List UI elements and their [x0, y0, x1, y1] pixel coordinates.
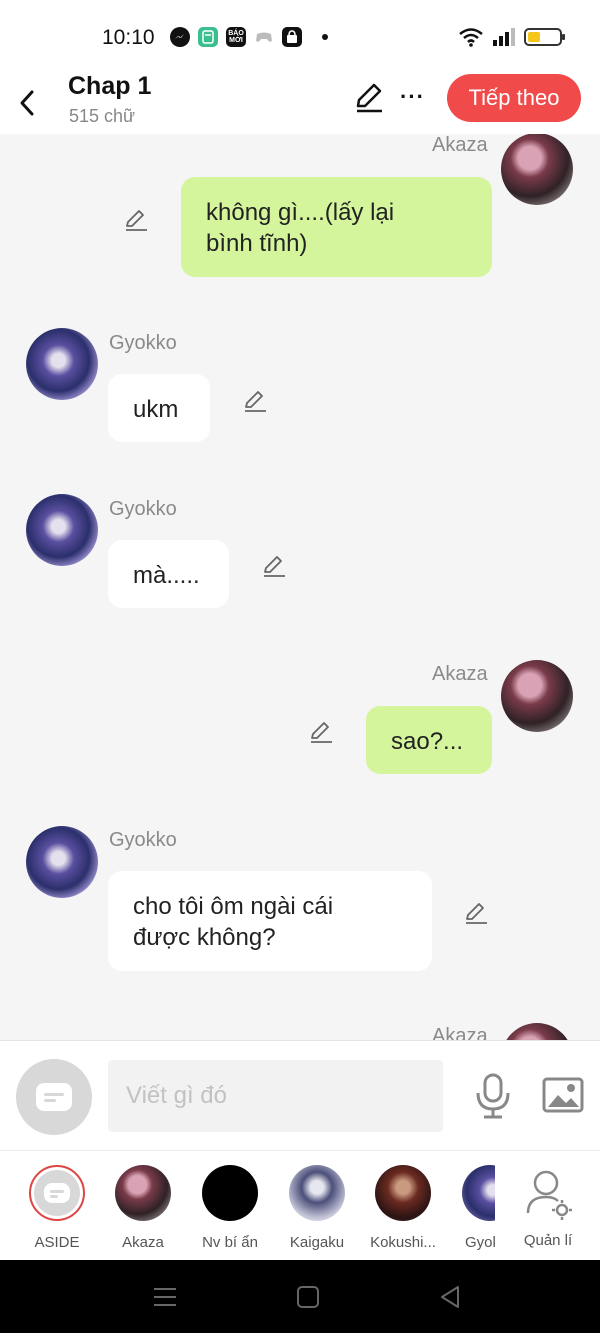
character-aside[interactable]: ASIDE — [17, 1165, 97, 1251]
avatar — [26, 494, 98, 566]
edit-message-icon[interactable] — [242, 388, 268, 414]
chat-area[interactable]: Akaza không gì....(lấy lại bình tĩnh) Gy… — [0, 134, 600, 1040]
sender-name: Akaza — [432, 663, 488, 685]
avatar — [29, 1165, 85, 1221]
system-icons — [458, 27, 565, 47]
message-bubble[interactable]: không gì....(lấy lại bình tĩnh) — [181, 177, 492, 277]
avatar — [501, 660, 573, 732]
more-icon[interactable]: ··· — [400, 84, 425, 110]
sender-name: Gyokko — [109, 498, 177, 520]
manage-label: Quản lí — [523, 1232, 573, 1249]
character-name: Kokushi... — [370, 1234, 436, 1251]
avatar — [462, 1165, 495, 1221]
aside-icon — [44, 1183, 70, 1203]
status-bar: 10:10 BÁO MỚI — [0, 0, 600, 70]
manage-characters-button[interactable]: Quản lí — [508, 1165, 588, 1249]
system-nav-bar — [0, 1260, 600, 1333]
game-icon — [254, 27, 274, 47]
sender-name: Akaza — [432, 1025, 488, 1040]
character-name: Gyok — [465, 1234, 495, 1251]
character-name: Kaigaku — [289, 1234, 345, 1251]
edit-message-icon[interactable] — [308, 719, 334, 745]
character-strip: ASIDE Akaza Nv bí ẩn Kaigaku Kokushi... … — [0, 1150, 600, 1260]
sender-name: Gyokko — [109, 332, 177, 354]
chapter-header: Chap 1 515 chữ ··· Tiếp theo — [0, 70, 600, 134]
sender-name: Akaza — [432, 134, 488, 156]
word-count: 515 chữ — [69, 106, 136, 126]
menu-icon[interactable] — [150, 1282, 180, 1312]
wifi-icon — [459, 28, 483, 47]
character-name: Akaza — [122, 1234, 164, 1251]
character-name: ASIDE — [34, 1234, 80, 1251]
message-bubble[interactable]: mà..... — [108, 540, 229, 608]
avatar — [26, 328, 98, 400]
edit-message-icon[interactable] — [123, 207, 149, 233]
dot-icon — [322, 34, 328, 40]
back-icon[interactable] — [436, 1282, 466, 1312]
microphone-icon[interactable] — [474, 1073, 512, 1119]
next-chapter-button[interactable]: Tiếp theo — [447, 74, 581, 122]
avatar — [26, 826, 98, 898]
character-gyokko[interactable]: Gyok — [450, 1165, 495, 1251]
character-akaza[interactable]: Akaza — [103, 1165, 183, 1251]
avatar — [375, 1165, 431, 1221]
avatar — [289, 1165, 345, 1221]
avatar — [115, 1165, 171, 1221]
baomoi-icon: BÁO MỚI — [226, 27, 246, 47]
status-time: 10:10 — [102, 26, 155, 49]
avatar — [501, 1023, 573, 1040]
message-input[interactable] — [108, 1060, 443, 1132]
edit-message-icon[interactable] — [261, 553, 287, 579]
character-nv-bi-an[interactable]: Nv bí ẩn — [190, 1165, 270, 1251]
user-settings-icon — [526, 1170, 572, 1220]
edit-chapter-icon[interactable] — [352, 80, 386, 114]
sender-name: Gyokko — [109, 829, 177, 851]
aside-icon — [36, 1083, 72, 1111]
character-name: Nv bí ẩn — [202, 1234, 258, 1251]
message-bubble[interactable]: sao?... — [366, 706, 492, 774]
chapter-title: Chap 1 — [68, 72, 152, 100]
avatar — [501, 134, 573, 205]
compose-bar — [0, 1040, 600, 1150]
aside-toggle-button[interactable] — [16, 1059, 92, 1135]
message-bubble[interactable]: cho tôi ôm ngài cái được không? — [108, 871, 432, 971]
character-kaigaku[interactable]: Kaigaku — [277, 1165, 357, 1251]
back-arrow-icon[interactable] — [14, 78, 42, 118]
notification-icons: BÁO MỚI — [170, 27, 328, 47]
signal-icon — [493, 28, 515, 46]
image-icon[interactable] — [542, 1077, 584, 1113]
message-bubble[interactable]: ukm — [108, 374, 210, 442]
battery-icon — [524, 28, 565, 46]
edit-message-icon[interactable] — [463, 900, 489, 926]
messenger-icon — [170, 27, 190, 47]
character-kokushibo[interactable]: Kokushi... — [363, 1165, 443, 1251]
shopee-icon — [282, 27, 302, 47]
calculator-icon — [198, 27, 218, 47]
avatar — [202, 1165, 258, 1221]
home-icon[interactable] — [293, 1282, 323, 1312]
